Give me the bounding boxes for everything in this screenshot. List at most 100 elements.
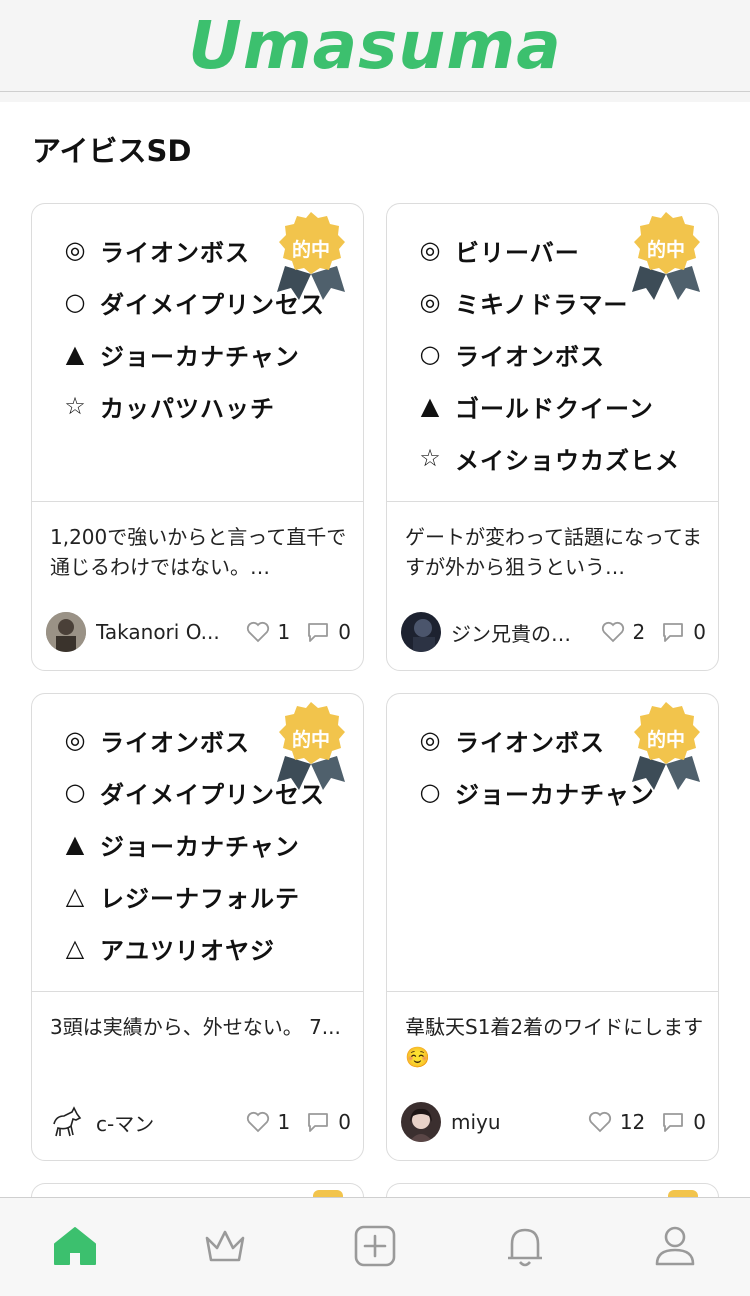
horse-name: ライオンボス	[100, 238, 250, 267]
pick-mark: △	[65, 882, 85, 910]
comment-count: 0	[693, 1110, 706, 1134]
pick-row: ○ ジョーカナチャン	[415, 772, 655, 812]
horse-name: ジョーカナチャン	[100, 342, 300, 371]
username[interactable]: c-マン	[96, 1108, 226, 1137]
pick-row: △ レジーナフォルテ	[60, 876, 300, 916]
card-comment: 1,200で強いからと言って直千で通じるわけではない。…	[50, 525, 347, 579]
pick-mark: ○	[64, 288, 86, 316]
pick-mark: ◎	[419, 288, 441, 316]
horse-name: ゴールドクイーン	[455, 394, 654, 423]
card-divider	[32, 991, 363, 992]
pick-row: ○ ライオンボス	[415, 334, 605, 374]
home-icon	[54, 1227, 96, 1265]
horse-name: レジーナフォルテ	[100, 884, 300, 913]
like-count: 2	[632, 620, 646, 644]
tab-post[interactable]	[349, 1220, 401, 1272]
horse-name: ミキノドラマー	[455, 290, 629, 319]
comment-icon[interactable]	[661, 1111, 685, 1133]
like-count: 1	[277, 620, 291, 644]
avatar[interactable]	[401, 612, 441, 652]
heart-icon[interactable]	[246, 621, 270, 643]
comment-icon[interactable]	[306, 621, 330, 643]
hit-badge: 的中	[632, 208, 712, 304]
card-stats: 12 0	[588, 1110, 706, 1134]
horse-name: メイショウカズヒメ	[455, 446, 680, 475]
prediction-card[interactable]: ◎ ライオンボス ○ ジョーカナチャン 的中 韋駄天S1着2着のワイドにします …	[386, 693, 719, 1161]
pick-mark: ○	[419, 340, 441, 368]
heart-icon[interactable]	[246, 1111, 270, 1133]
horse-name: ジョーカナチャン	[100, 832, 300, 861]
hit-badge: 的中	[277, 208, 357, 304]
card-footer: ジン兄貴の… 2 0	[401, 612, 706, 652]
pick-row: ☆ メイショウカズヒメ	[415, 438, 680, 478]
crown-icon	[205, 1230, 245, 1262]
pick-mark: ▲	[420, 392, 440, 420]
pick-mark: ◎	[64, 726, 86, 754]
prediction-card[interactable]: ◎ ライオンボス ○ ダイメイプリンセス ▲ ジョーカナチャン △ レジーナフォ…	[31, 693, 364, 1161]
avatar[interactable]	[46, 612, 86, 652]
horse-name: カッパツハッチ	[100, 394, 275, 423]
card-stats: 1 0	[246, 620, 351, 644]
tab-home[interactable]	[49, 1220, 101, 1272]
avatar[interactable]	[46, 1102, 86, 1142]
username[interactable]: miyu	[451, 1110, 581, 1134]
pick-mark: △	[65, 934, 85, 962]
horse-name: ライオンボス	[455, 728, 605, 757]
tab-notifications[interactable]	[499, 1220, 551, 1272]
card-divider	[32, 501, 363, 502]
horse-name: ジョーカナチャン	[455, 780, 655, 809]
card-footer: c-マン 1 0	[46, 1102, 351, 1142]
card-footer: miyu 12 0	[401, 1102, 706, 1142]
comment-icon[interactable]	[661, 621, 685, 643]
user-icon	[655, 1226, 695, 1266]
pick-row: ◎ ビリーバー	[415, 230, 580, 270]
prediction-grid: ◎ ライオンボス ○ ダイメイプリンセス ▲ ジョーカナチャン ☆ カッパツハッ…	[0, 0, 750, 1296]
pick-row: ▲ ジョーカナチャン	[60, 334, 300, 374]
card-comment: ゲートが変わって話題になってますが外から狙うという…	[405, 525, 702, 579]
horse-name: ライオンボス	[100, 728, 250, 757]
card-stats: 1 0	[246, 1110, 351, 1134]
hit-badge: 的中	[632, 698, 712, 794]
username[interactable]: ジン兄貴の…	[451, 618, 581, 647]
pick-mark: ◎	[419, 236, 441, 264]
prediction-card[interactable]: ◎ ライオンボス ○ ダイメイプリンセス ▲ ジョーカナチャン ☆ カッパツハッ…	[31, 203, 364, 671]
pick-row: ◎ ミキノドラマー	[415, 282, 628, 322]
pick-row: △ アユツリオヤジ	[60, 928, 275, 968]
tab-profile[interactable]	[649, 1220, 701, 1272]
horse-name: ライオンボス	[455, 342, 605, 371]
avatar[interactable]	[401, 1102, 441, 1142]
horse-name: アユツリオヤジ	[100, 936, 275, 965]
pick-mark: ◎	[419, 726, 441, 754]
tab-ranking[interactable]	[199, 1220, 251, 1272]
pick-mark: ▲	[65, 830, 85, 858]
pick-row: ◎ ライオンボス	[60, 230, 250, 270]
pick-mark: ○	[419, 778, 441, 806]
bottom-tab-bar	[0, 1197, 750, 1296]
pick-row: ▲ ゴールドクイーン	[415, 386, 654, 426]
card-divider	[387, 501, 718, 502]
hit-badge-label: 的中	[291, 729, 330, 751]
comment-count: 0	[693, 620, 706, 644]
card-divider	[387, 991, 718, 992]
comment-count: 0	[338, 1110, 351, 1134]
pick-mark: ○	[64, 778, 86, 806]
card-stats: 2 0	[601, 620, 706, 644]
heart-icon[interactable]	[588, 1111, 612, 1133]
pick-mark: ☆	[419, 444, 441, 472]
username[interactable]: Takanori O...	[96, 620, 226, 644]
pick-row: ☆ カッパツハッチ	[60, 386, 275, 426]
like-count: 1	[277, 1110, 291, 1134]
comment-icon[interactable]	[306, 1111, 330, 1133]
horse-name: ビリーバー	[455, 238, 580, 267]
bell-icon	[508, 1228, 542, 1267]
pick-row: ◎ ライオンボス	[415, 720, 605, 760]
pick-mark: ☆	[64, 392, 86, 420]
pick-mark: ▲	[65, 340, 85, 368]
pick-row: ◎ ライオンボス	[60, 720, 250, 760]
hit-badge-label: 的中	[291, 239, 330, 261]
pick-row: ▲ ジョーカナチャン	[60, 824, 300, 864]
heart-icon[interactable]	[601, 621, 625, 643]
hit-badge: 的中	[277, 698, 357, 794]
prediction-card[interactable]: ◎ ビリーバー ◎ ミキノドラマー ○ ライオンボス ▲ ゴールドクイーン ☆ …	[386, 203, 719, 671]
card-comment: 韋駄天S1着2着のワイドにします ☺️	[405, 1015, 704, 1069]
